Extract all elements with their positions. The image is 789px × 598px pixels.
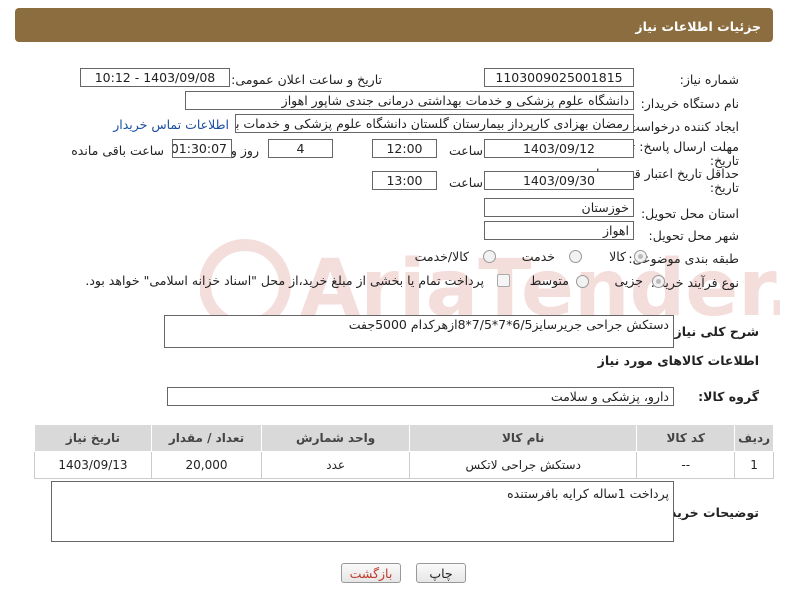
purchase-radio-medium[interactable] xyxy=(576,275,589,288)
requester-field: رمضان بهزادی کارپرداز بیمارستان گلستان د… xyxy=(235,114,634,133)
reply-deadline-time-label: ساعت xyxy=(448,143,483,158)
goods-group-label: گروه کالا: xyxy=(698,389,759,404)
reply-days-field: 4 xyxy=(268,139,333,158)
col-header-name: نام کالا xyxy=(409,424,638,452)
need-number-field: 1103009025001815 xyxy=(484,68,634,87)
buyer-org-label: نام دستگاه خریدار: xyxy=(640,96,739,111)
print-button[interactable]: چاپ xyxy=(416,563,466,583)
back-button[interactable]: بازگشت xyxy=(341,563,401,583)
reply-deadline-date-field: 1403/09/12 xyxy=(484,139,634,158)
summary-field[interactable]: دستکش جراحی جریرسایز6/5*7*7/5*8ازهرکدام … xyxy=(164,315,674,348)
summary-label: شرح کلی نیاز: xyxy=(669,324,759,339)
goods-table-header-row: ردیف کد کالا نام کالا واحد شمارش تعداد /… xyxy=(34,424,774,452)
buyer-contact-link[interactable]: اطلاعات تماس خریدار xyxy=(113,117,229,132)
city-field: اهواز xyxy=(484,221,634,240)
cell-qty: 20,000 xyxy=(150,451,263,479)
reply-deadline-label: مهلت ارسال پاسخ: تا xyxy=(628,139,739,154)
page-title: جزئیات اطلاعات نیاز xyxy=(635,19,761,34)
category-option-goods: کالا xyxy=(609,249,626,264)
cell-date: 1403/09/13 xyxy=(34,451,152,479)
price-validity-time-label: ساعت xyxy=(448,175,483,190)
price-validity-label-date: تاریخ: xyxy=(709,180,739,195)
category-radio-goods[interactable] xyxy=(634,250,647,263)
cell-name: دستکش جراحی لاتکس xyxy=(409,451,638,479)
cell-code: -- xyxy=(636,451,736,479)
province-label: استان محل تحویل: xyxy=(640,206,739,221)
remaining-time-label: ساعت باقی مانده xyxy=(71,143,164,158)
announce-datetime-field: 1403/09/08 - 10:12 xyxy=(80,68,230,87)
page-header: جزئیات اطلاعات نیاز xyxy=(15,8,773,42)
cell-unit: عدد xyxy=(261,451,411,479)
col-header-date: تاریخ نیاز xyxy=(34,424,152,452)
price-validity-time-field: 13:00 xyxy=(372,171,437,190)
buyer-notes-field[interactable]: پرداخت 1ساله کرایه بافرستنده xyxy=(51,481,674,542)
price-validity-date-field: 1403/09/30 xyxy=(484,171,634,190)
goods-table: ردیف کد کالا نام کالا واحد شمارش تعداد /… xyxy=(34,424,774,479)
purchase-option-medium: متوسط xyxy=(529,273,569,288)
treasury-payment-note: پرداخت تمام یا بخشی از مبلغ خرید،از محل … xyxy=(85,273,484,288)
table-row: 1 -- دستکش جراحی لاتکس عدد 20,000 1403/0… xyxy=(34,451,774,479)
remaining-time-field: 01:30:07 xyxy=(172,139,232,158)
reply-days-label: روز و xyxy=(230,143,259,158)
need-number-label: شماره نیاز: xyxy=(679,72,739,87)
category-radio-service[interactable] xyxy=(569,250,582,263)
announce-datetime-label: تاریخ و ساعت اعلان عمومی: xyxy=(231,72,382,87)
reply-deadline-time-field: 12:00 xyxy=(372,139,437,158)
cell-row: 1 xyxy=(734,451,774,479)
category-radio-goods-service[interactable] xyxy=(483,250,496,263)
requester-label: ایجاد کننده درخواست: xyxy=(623,119,739,134)
category-option-goods-service: کالا/خدمت xyxy=(414,249,469,264)
col-header-unit: واحد شمارش xyxy=(261,424,411,452)
treasury-payment-checkbox[interactable] xyxy=(497,274,510,287)
category-option-service: خدمت xyxy=(521,249,555,264)
buyer-org-field: دانشگاه علوم پزشکی و خدمات بهداشتی درمان… xyxy=(185,91,634,110)
col-header-row: ردیف xyxy=(734,424,774,452)
province-field: خوزستان xyxy=(484,198,634,217)
purchase-option-minor: جزیی xyxy=(614,273,643,288)
goods-section-title: اطلاعات کالاهای مورد نیاز xyxy=(597,353,759,368)
purchase-radio-minor[interactable] xyxy=(652,275,665,288)
goods-group-field: دارو، پزشکی و سلامت xyxy=(167,387,674,406)
col-header-code: کد کالا xyxy=(636,424,736,452)
col-header-qty: تعداد / مقدار xyxy=(150,424,263,452)
city-label: شهر محل تحویل: xyxy=(648,228,739,243)
